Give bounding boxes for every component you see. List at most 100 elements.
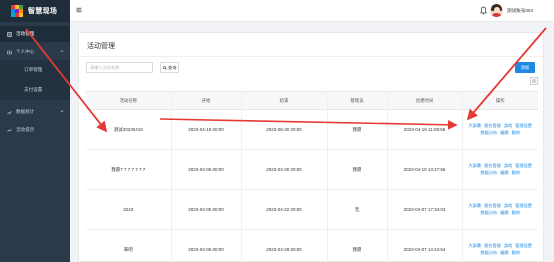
- table-row: 3243 2023-04-05 00:00 2023-04-22 00:00 无…: [86, 189, 538, 230]
- operations-cell: 大屏幕 报名管理 游戏 管理设置 数据分析 编辑 删除: [461, 229, 538, 262]
- created-cell: 2023-04-07 17:34:03: [386, 189, 462, 230]
- start-cell: 2023-04-05 00:00: [170, 189, 241, 230]
- username[interactable]: 测试账号004: [507, 8, 533, 14]
- sidebar-item-activity-tips[interactable]: 活动提示: [0, 122, 70, 138]
- table-row: 来吧 2023-04-06 00:00 2023-04-29 00:00 我愿 …: [86, 229, 538, 262]
- data-analysis-link[interactable]: 数据分析: [480, 250, 497, 256]
- delete-link[interactable]: 删除: [512, 170, 520, 176]
- end-cell: 2023-04-29 00:00: [240, 229, 327, 262]
- edit-link[interactable]: 编辑: [500, 170, 508, 176]
- activity-table: 活动名称 开始 结束 管理员 创建时间 操作 测试20230419 2023-0…: [86, 91, 538, 262]
- data-analysis-link[interactable]: 数据分析: [480, 210, 497, 216]
- search-button[interactable]: 查询: [160, 62, 179, 73]
- sidebar-subitem-label: 支付设置: [24, 87, 43, 92]
- sidebar-subitem-order-management[interactable]: 订单管理: [0, 60, 70, 80]
- column-header[interactable]: 活动名称: [86, 91, 171, 110]
- admin-cell: 我愿: [326, 149, 387, 190]
- top-header: 测试账号004: [70, 0, 554, 22]
- created-cell: 2023-04-19 11:09:56: [386, 109, 462, 150]
- start-cell: 2023-04-06 00:00: [170, 149, 241, 190]
- registration-management-link[interactable]: 报名管理: [484, 243, 501, 249]
- start-cell: 2023-04-06 00:00: [170, 229, 241, 262]
- sidebar-subitem-payment-settings[interactable]: 支付设置: [0, 80, 70, 100]
- search-input[interactable]: [86, 62, 153, 73]
- sidebar-item-label: 数据统计: [16, 109, 35, 114]
- start-cell: 2023-04-19 00:00: [170, 109, 241, 150]
- sidebar-item-activity-management[interactable]: 活动管理: [0, 26, 70, 42]
- big-screen-link[interactable]: 大屏幕: [469, 123, 482, 129]
- management-settings-link[interactable]: 管理设置: [515, 203, 532, 209]
- operations-cell: 大屏幕 报名管理 游戏 管理设置 数据分析 编辑 删除: [461, 189, 538, 230]
- chevron-up-icon: [60, 50, 64, 52]
- page-title: 活动管理: [87, 43, 115, 50]
- management-settings-link[interactable]: 管理设置: [515, 123, 532, 129]
- created-cell: 2023-04-07 14:44:54: [386, 229, 462, 262]
- sidebar-subitem-label: 订单管理: [24, 67, 43, 72]
- sidebar-item-label: 活动提示: [16, 127, 35, 132]
- management-settings-link[interactable]: 管理设置: [515, 243, 532, 249]
- created-cell: 2023-04-10 13:47:56: [386, 149, 462, 190]
- game-link[interactable]: 游戏: [504, 163, 512, 169]
- column-settings-button[interactable]: [530, 77, 538, 85]
- delete-link[interactable]: 删除: [512, 250, 520, 256]
- column-header[interactable]: 开始: [170, 91, 241, 110]
- game-link[interactable]: 游戏: [504, 123, 512, 129]
- big-screen-link[interactable]: 大屏幕: [469, 243, 482, 249]
- trend-icon: [7, 128, 12, 133]
- end-cell: 2023-04-22 00:00: [240, 189, 327, 230]
- activity-name-cell: 我愿7 7 7 7 7 7 7: [86, 149, 171, 190]
- management-settings-link[interactable]: 管理设置: [515, 163, 532, 169]
- divider: [79, 56, 543, 57]
- logo-bar: 智慧现场: [0, 0, 70, 22]
- activity-name-cell: 3243: [86, 189, 171, 230]
- sidebar-item-data-statistics[interactable]: 数据统计: [0, 104, 70, 120]
- delete-link[interactable]: 删除: [512, 130, 520, 136]
- admin-cell: 无: [326, 189, 387, 230]
- sidebar-item-personal-center[interactable]: 个人中心: [0, 44, 70, 60]
- admin-cell: 我愿: [326, 229, 387, 262]
- bell-icon[interactable]: [480, 6, 487, 15]
- document-icon: [7, 31, 12, 37]
- activity-name-cell: 来吧: [86, 229, 171, 262]
- chevron-down-icon: [60, 110, 64, 113]
- edit-link[interactable]: 编辑: [500, 130, 508, 136]
- data-analysis-link[interactable]: 数据分析: [480, 130, 497, 136]
- avatar[interactable]: [490, 4, 503, 17]
- end-cell: 2023-06-30 00:00: [240, 109, 327, 150]
- column-header[interactable]: 结束: [240, 91, 327, 110]
- edit-link[interactable]: 编辑: [500, 210, 508, 216]
- add-button[interactable]: 添加: [515, 62, 535, 73]
- column-header[interactable]: 管理员: [326, 91, 387, 110]
- chart-icon: [7, 110, 12, 115]
- registration-management-link[interactable]: 报名管理: [484, 123, 501, 129]
- delete-link[interactable]: 删除: [512, 210, 520, 216]
- menu-toggle-icon[interactable]: [76, 7, 82, 13]
- end-cell: 2023-04-30 00:00: [240, 149, 327, 190]
- big-screen-link[interactable]: 大屏幕: [469, 203, 482, 209]
- sidebar-item-label: 个人中心: [16, 49, 35, 54]
- table-header-row: 活动名称 开始 结束 管理员 创建时间 操作: [86, 91, 538, 110]
- activity-management-card: 活动管理 查询 添加 活动名称 开始 结束 管理员 创建时间 操作: [78, 32, 544, 262]
- sidebar-item-label: 活动管理: [16, 31, 35, 36]
- grid-icon: [532, 79, 536, 83]
- registration-management-link[interactable]: 报名管理: [484, 203, 501, 209]
- column-header[interactable]: 创建时间: [386, 91, 462, 110]
- operations-cell: 大屏幕 报名管理 游戏 管理设置 数据分析 编辑 删除: [461, 109, 538, 150]
- admin-cell: 我愿: [326, 109, 387, 150]
- sidebar: 智慧现场 活动管理 个人中心 订单管理 支付设置 数据统计 活动提示: [0, 0, 70, 262]
- operations-cell: 大屏幕 报名管理 游戏 管理设置 数据分析 编辑 删除: [461, 149, 538, 190]
- table-row: 我愿7 7 7 7 7 7 7 2023-04-06 00:00 2023-04…: [86, 149, 538, 190]
- big-screen-link[interactable]: 大屏幕: [469, 163, 482, 169]
- game-link[interactable]: 游戏: [504, 203, 512, 209]
- registration-management-link[interactable]: 报名管理: [484, 163, 501, 169]
- add-button-label: 添加: [520, 64, 530, 70]
- edit-link[interactable]: 编辑: [500, 250, 508, 256]
- app-name: 智慧现场: [28, 8, 58, 15]
- data-analysis-link[interactable]: 数据分析: [480, 170, 497, 176]
- search-icon: [162, 65, 167, 70]
- game-link[interactable]: 游戏: [504, 243, 512, 249]
- column-header[interactable]: 操作: [461, 91, 538, 110]
- activity-name-cell: 测试20230419: [86, 109, 171, 150]
- user-icon: [7, 50, 12, 55]
- logo-icon: [11, 5, 23, 17]
